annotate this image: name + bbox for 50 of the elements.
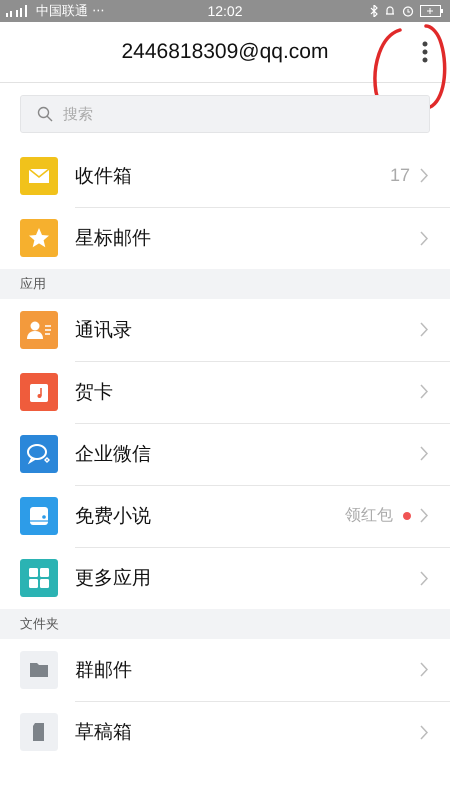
list-item[interactable]: 收件箱 17 [0,145,450,207]
battery-icon [420,5,444,17]
signal-icon [6,5,30,17]
folder-icon [20,651,58,689]
chevron-right-icon [420,446,428,461]
item-label: 收件箱 [75,164,133,188]
clock-time: 12:02 [207,3,243,19]
item-label: 企业微信 [75,442,152,466]
chevron-right-icon [420,570,428,586]
more-vertical-icon [422,41,428,63]
chat-bubbles-icon [20,435,58,473]
chevron-right-icon [420,724,428,740]
item-label: 贺卡 [75,380,114,404]
envelope-icon [20,157,58,195]
item-label: 通讯录 [75,318,133,342]
alarm-icon [402,5,414,17]
search-field[interactable]: 搜索 [20,95,430,133]
more-menu-button[interactable] [422,41,428,63]
list-item[interactable]: 更多应用 [0,547,450,609]
grid-icon [20,559,58,597]
item-label: 星标邮件 [75,226,152,251]
section-header: 应用 [20,276,46,293]
bell-icon [384,5,396,17]
chevron-right-icon [420,384,428,399]
item-label: 草稿箱 [75,720,133,745]
item-label: 免费小说 [75,504,152,528]
promo-text: 领红包 [345,505,393,526]
list-item[interactable]: 通讯录 [0,299,450,361]
chevron-right-icon [420,662,428,677]
chevron-right-icon [420,508,428,523]
chevron-right-icon [420,322,428,337]
chevron-right-icon [420,168,428,183]
carrier-name: 中国联通 ··· [36,3,105,20]
list-item[interactable]: 群邮件 [0,639,450,701]
section-header: 文件夹 [20,616,59,633]
list-item[interactable]: 星标邮件 [0,207,450,269]
bluetooth-icon [370,5,378,17]
list-item[interactable]: 免费小说 领红包 [0,485,450,547]
unread-count: 17 [390,165,410,186]
contact-card-icon [20,311,58,349]
book-icon [20,497,58,535]
chevron-right-icon [420,230,428,246]
item-label: 更多应用 [75,566,152,591]
list-item[interactable]: 贺卡 [0,361,450,423]
list-item[interactable]: 企业微信 [0,423,450,485]
list-item[interactable]: 草稿箱 [0,701,450,763]
document-icon [20,713,58,751]
account-title: 2446818309@qq.com [122,40,328,64]
item-label: 群邮件 [75,658,133,682]
music-card-icon [20,373,58,411]
